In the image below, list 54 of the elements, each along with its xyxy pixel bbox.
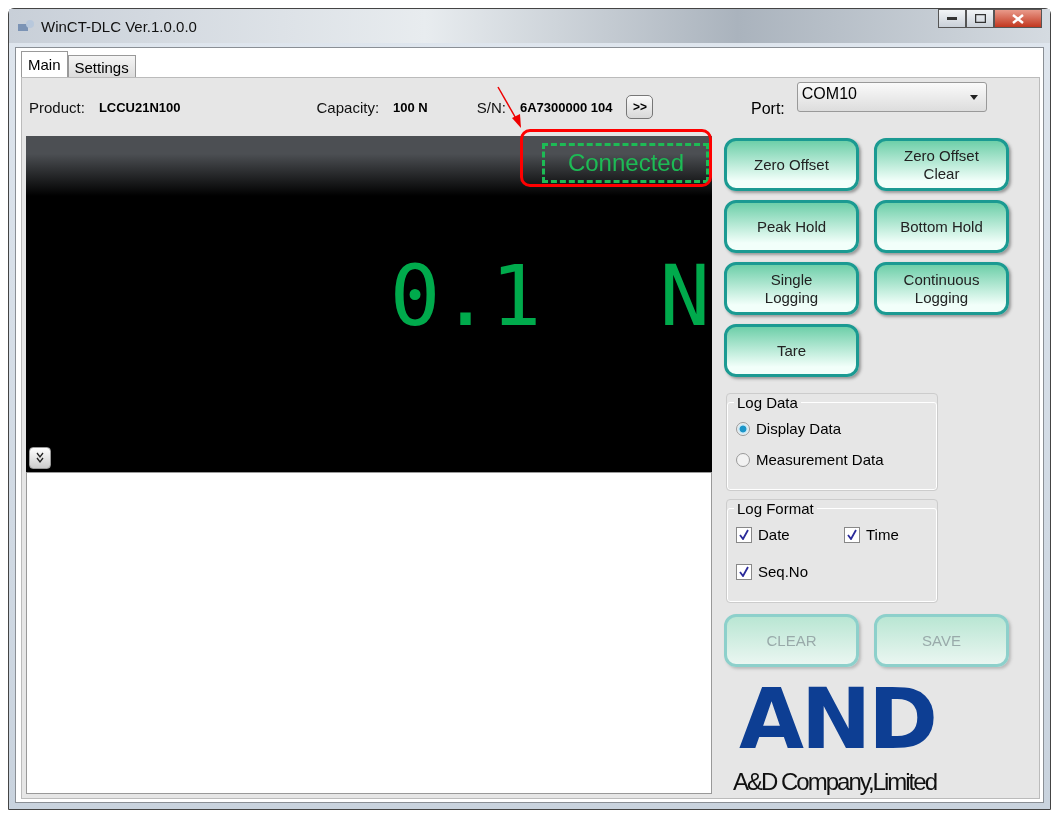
more-button[interactable]: >>: [626, 95, 654, 119]
option-label: Time: [866, 526, 899, 543]
check-icon: [739, 529, 749, 540]
command-button[interactable]: Zero Offset Clear: [874, 138, 1009, 191]
company-name: A&D Company,Limited: [733, 767, 936, 796]
tab[interactable]: Main: [21, 51, 68, 77]
checkbox-option[interactable]: Time: [844, 519, 924, 550]
tab[interactable]: Settings: [67, 55, 136, 77]
app-icon: [17, 19, 35, 33]
option-label: Seq.No: [758, 563, 809, 580]
window-title: WinCT-DLC Ver.1.0.0.0: [41, 17, 197, 35]
checkbox[interactable]: [736, 526, 752, 543]
minimize-icon: [947, 16, 957, 21]
logo-mark: AND: [738, 669, 937, 770]
port-dropdown[interactable]: COM10: [796, 82, 987, 112]
radio-button[interactable]: [736, 421, 750, 436]
expand-button[interactable]: [29, 447, 51, 469]
dropdown-caret-icon: [969, 94, 978, 100]
maximize-button[interactable]: [966, 9, 994, 28]
product-label: Product:: [29, 98, 85, 116]
serial-value: 6A7300000 104: [519, 99, 613, 115]
serial-label: S/N:: [476, 98, 506, 116]
reading-value: 0.1: [389, 254, 542, 338]
checkbox[interactable]: [736, 563, 752, 580]
product-value: LCCU21N100: [98, 99, 181, 115]
option-label: Measurement Data: [756, 451, 884, 468]
checkbox-option[interactable]: Date: [736, 519, 844, 550]
group-title: Log Format: [736, 500, 815, 517]
capacity-label: Capacity:: [316, 98, 380, 116]
minimize-button[interactable]: [938, 9, 966, 28]
connection-status: Connected: [541, 143, 709, 183]
maximize-icon: [974, 14, 986, 23]
checkbox[interactable]: [844, 526, 860, 543]
reading-unit: N: [659, 254, 710, 338]
command-button[interactable]: Continuous Logging: [874, 262, 1009, 315]
radio-option[interactable]: Measurement Data: [736, 444, 928, 475]
check-icon: [847, 529, 857, 540]
checkbox-option[interactable]: Seq.No: [736, 556, 844, 587]
command-button[interactable]: Zero Offset: [724, 138, 859, 191]
group-title: Log Data: [736, 394, 799, 411]
command-button[interactable]: Peak Hold: [724, 200, 859, 253]
option-label: Display Data: [756, 420, 842, 437]
capacity-value: 100 N: [393, 99, 428, 115]
close-icon: [1012, 13, 1024, 24]
radio-button[interactable]: [736, 452, 750, 467]
close-button[interactable]: [994, 9, 1042, 28]
command-button[interactable]: Tare: [724, 324, 859, 377]
check-icon: [739, 566, 749, 577]
port-label: Port:: [751, 100, 785, 118]
command-button[interactable]: Single Logging: [724, 262, 859, 315]
chevron-down-icon: [36, 452, 44, 464]
command-button[interactable]: Bottom Hold: [874, 200, 1009, 253]
radio-option[interactable]: Display Data: [736, 413, 928, 444]
option-label: Date: [758, 526, 790, 543]
